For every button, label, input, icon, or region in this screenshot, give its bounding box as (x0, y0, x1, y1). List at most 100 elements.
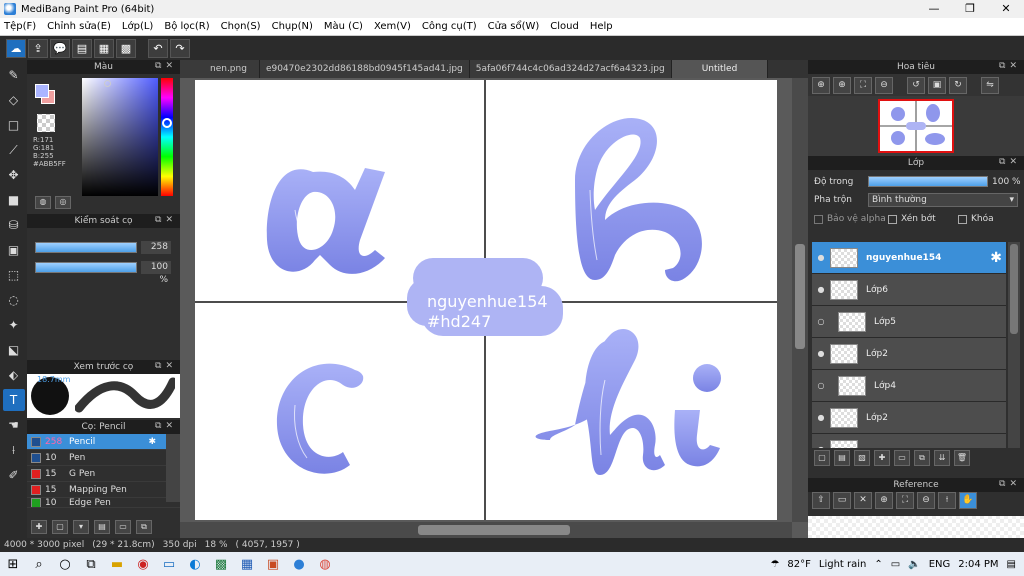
navigator-thumbnail[interactable] (808, 96, 1024, 156)
network-icon[interactable]: ▭ (891, 559, 900, 570)
message-icon[interactable]: ▤ (72, 38, 92, 58)
horizontal-scrollbar[interactable] (180, 522, 792, 538)
visibility-icon[interactable]: ● (812, 253, 830, 262)
brush-size-slider[interactable] (35, 242, 137, 253)
gear-icon[interactable]: ✱ (990, 250, 1002, 266)
menu-edit[interactable]: Chỉnh sửa(E) (47, 21, 111, 32)
minimize-icon[interactable]: — (916, 0, 952, 18)
select-eraser-tool-icon[interactable]: ⬖ (3, 364, 25, 386)
add-brush-icon[interactable]: ✚ (31, 520, 47, 534)
brush-item-pencil[interactable]: 258 Pencil ✱ (27, 434, 180, 450)
visibility-icon[interactable]: ● (812, 445, 830, 448)
brush-item-g-pen[interactable]: 15 G Pen (27, 466, 180, 482)
upload-icon[interactable]: ⇧ (812, 492, 830, 509)
reference-view[interactable] (808, 516, 1024, 538)
chrome-icon[interactable]: ◍ (312, 552, 338, 576)
brush-tool-icon[interactable]: ✎ (3, 64, 25, 86)
blend-mode-select[interactable]: Bình thường ▾ (868, 193, 1018, 207)
lock-checkbox[interactable]: Khóa (958, 214, 994, 224)
folder-icon[interactable]: ▭ (894, 450, 910, 466)
operation-tool-icon[interactable]: ☚ (3, 414, 25, 436)
open-folder-icon[interactable]: ▭ (833, 492, 851, 509)
search-icon[interactable]: ⌕ (26, 552, 52, 576)
weather-temp[interactable]: 82°F (787, 559, 810, 570)
hue-slider[interactable] (161, 78, 173, 196)
app-icon-red[interactable]: ◉ (130, 552, 156, 576)
grid-icon[interactable]: ▩ (116, 38, 136, 58)
gradient-tool-icon[interactable]: ▣ (3, 239, 25, 261)
transparent-swatch[interactable] (37, 114, 55, 132)
notification-icon[interactable]: ▤ (1007, 559, 1016, 570)
fit-screen-icon[interactable]: ▣ (928, 76, 946, 94)
hand-tool-icon[interactable]: ✐ (3, 464, 25, 486)
fit-icon[interactable]: ⛶ (854, 76, 872, 94)
language-indicator[interactable]: ENG (929, 559, 951, 570)
comment-icon[interactable]: 💬 (50, 38, 70, 58)
ref-zoom-out-icon[interactable]: ⊖ (917, 492, 935, 509)
eyedropper-tool-icon[interactable]: ⟊ (3, 439, 25, 461)
eraser-tool-icon[interactable]: ◇ (3, 89, 25, 111)
panel-controls-icon[interactable]: ⧉✕ (155, 61, 177, 71)
dot-tool-icon[interactable]: ⟋ (3, 139, 25, 161)
layer-row[interactable]: ● Lớp2 (812, 338, 1006, 370)
brush-folder-icon[interactable]: ▭ (115, 520, 131, 534)
medibang-icon[interactable]: ● (286, 552, 312, 576)
tab-5afa06[interactable]: 5afa06f744c4c06ad324d27acf6a4323.jpg (469, 60, 672, 78)
close-icon[interactable]: ✕ (988, 0, 1024, 18)
zoom-out-icon[interactable]: ⊖ (875, 76, 893, 94)
zoom-in-icon[interactable]: ⊕ (812, 76, 830, 94)
ref-hand-icon[interactable]: ✋ (959, 492, 977, 509)
rotate-right-icon[interactable]: ↻ (949, 76, 967, 94)
menu-select[interactable]: Chọn(S) (221, 21, 261, 32)
menu-tools[interactable]: Công cụ(T) (422, 21, 477, 32)
visibility-icon[interactable]: ○ (812, 381, 830, 390)
redo-icon[interactable]: ↷ (170, 38, 190, 58)
menu-snap[interactable]: Chụp(N) (272, 21, 313, 32)
layer-opacity-slider[interactable] (868, 176, 988, 187)
panel-controls-icon[interactable]: ⧉✕ (155, 361, 177, 371)
delete-layer-icon[interactable]: 🗑 (954, 450, 970, 466)
excel-icon[interactable]: ▩ (208, 552, 234, 576)
new-layer-icon[interactable]: ▢ (814, 450, 830, 466)
weather-desc[interactable]: Light rain (819, 559, 867, 570)
protect-alpha-checkbox[interactable]: Bảo vệ alpha (814, 214, 886, 224)
tray-chevron-icon[interactable]: ⌃ (874, 559, 882, 570)
visibility-icon[interactable]: ○ (812, 317, 830, 326)
brush-item-mapping-pen[interactable]: 15 Mapping Pen (27, 482, 180, 498)
drawing-canvas[interactable]: nguyenhue154 #hd247 (195, 80, 777, 520)
visibility-icon[interactable]: ● (812, 413, 830, 422)
select-rect-tool-icon[interactable]: ⬚ (3, 264, 25, 286)
tab-nen[interactable]: nen.png (180, 60, 260, 78)
lasso-tool-icon[interactable]: ◌ (3, 289, 25, 311)
panel-controls-icon[interactable]: ⧉✕ (155, 421, 177, 431)
menu-layer[interactable]: Lớp(L) (122, 21, 153, 32)
layer-row[interactable]: ● Lớp6 (812, 274, 1006, 306)
clock[interactable]: 2:04 PM (958, 559, 998, 570)
vertical-scrollbar[interactable] (792, 78, 808, 522)
move-tool-icon[interactable]: ✥ (3, 164, 25, 186)
menu-help[interactable]: Help (590, 21, 613, 32)
foreground-color-swatch[interactable] (35, 84, 49, 98)
document-icon[interactable]: ▦ (94, 38, 114, 58)
new-layer-alt-icon[interactable]: ▤ (834, 450, 850, 466)
panel-controls-icon[interactable]: ⧉✕ (999, 157, 1021, 167)
palette-icon[interactable]: ◍ (35, 196, 51, 209)
layer-row[interactable]: ● Lớp2 (812, 402, 1006, 434)
layer-row[interactable]: ● (812, 434, 1006, 448)
fill-rect-tool-icon[interactable]: ■ (3, 189, 25, 211)
select-pen-tool-icon[interactable]: ⬕ (3, 339, 25, 361)
ref-eyedropper-icon[interactable]: ⟊ (938, 492, 956, 509)
windows-start-icon[interactable]: ⊞ (0, 552, 26, 576)
duplicate-layer-icon[interactable]: ⧉ (914, 450, 930, 466)
palette-add-icon[interactable]: ◎ (55, 196, 71, 209)
tab-untitled[interactable]: Untitled (671, 60, 769, 78)
ref-fit-icon[interactable]: ⛶ (896, 492, 914, 509)
navigator-view-frame[interactable] (878, 99, 954, 153)
brush-item-pen[interactable]: 10 Pen (27, 450, 180, 466)
layer-list-scrollbar[interactable] (1008, 242, 1020, 448)
visibility-icon[interactable]: ● (812, 349, 830, 358)
saturation-value-picker[interactable] (82, 78, 158, 196)
cortana-icon[interactable]: ○ (52, 552, 78, 576)
clipping-checkbox[interactable]: Xén bớt (888, 214, 936, 224)
new-halftone-layer-icon[interactable]: ▧ (854, 450, 870, 466)
